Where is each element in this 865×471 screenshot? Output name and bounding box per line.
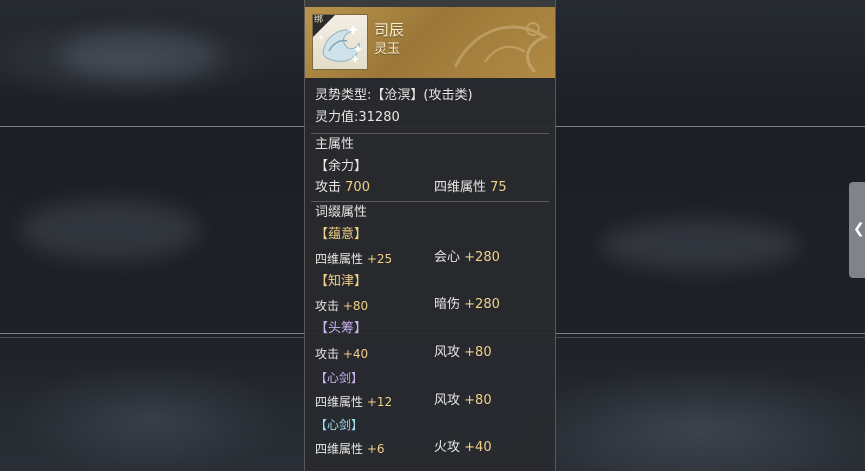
stat-label: 攻击 (315, 299, 340, 313)
chevron-left-icon: ❮ (853, 221, 865, 237)
item-header: 绑 司辰 灵玉 (305, 7, 555, 78)
affix-group-name: 【心剑】 (315, 371, 364, 385)
stat-value: 700 (345, 180, 370, 195)
spirit-type-label: 灵势类型: (315, 88, 372, 103)
affix-group-name: 【心剑】 (315, 418, 364, 432)
power-row: 灵力值:31280 (315, 109, 400, 127)
stat-value: +80 (464, 393, 492, 408)
stat-value: +80 (464, 345, 492, 360)
item-type: 灵玉 (374, 42, 401, 57)
spirit-type-value: 【沧溟】(攻击类) (371, 88, 473, 103)
stat-value: +40 (342, 347, 369, 361)
affix-stat: 风攻 +80 (434, 392, 492, 410)
stat-label: 四维属性 (434, 180, 487, 195)
affix-stat: 攻击 +40 (315, 345, 368, 363)
stat-label: 暗伤 (434, 297, 461, 312)
item-name: 司辰 (374, 21, 405, 39)
stat-label: 火攻 (434, 440, 461, 455)
item-icon[interactable]: 绑 (312, 14, 368, 70)
affix-stat: 攻击 +80 (315, 297, 368, 315)
background-blur (20, 200, 200, 260)
item-tooltip: 绑 司辰 灵玉 灵势类型:【沧溟】(攻击类) 灵力值:31280 主属性 【余力… (304, 0, 556, 471)
game-scene: ❮ 绑 司辰 灵玉 灵势类型:【沧溟】(攻击类) 灵力值:31280 主属性 【… (0, 0, 865, 471)
stat-label: 四维属性 (315, 442, 364, 456)
tooltip-topbar (305, 0, 555, 7)
affix-attributes-heading: 词缀属性 (315, 205, 368, 220)
section-divider (311, 201, 549, 202)
affix-stat: 四维属性 +25 (315, 250, 392, 268)
stat-value: +6 (366, 442, 385, 456)
stat-value: +80 (342, 299, 369, 313)
spirit-type-row: 灵势类型:【沧溟】(攻击类) (315, 87, 473, 105)
stat-label: 风攻 (434, 393, 461, 408)
stat-value: +280 (464, 250, 500, 265)
affix-stat: 四维属性 +12 (315, 393, 392, 411)
stat-label: 会心 (434, 250, 461, 265)
bound-tag-label: 绑 (314, 15, 324, 25)
main-attributes-heading: 主属性 (315, 137, 355, 152)
affix-group-name: 【蕴意】 (315, 227, 368, 242)
main-stat-row: 四维属性 75 (434, 179, 507, 197)
main-stat-row: 攻击 700 (315, 179, 370, 197)
affix-stat: 暗伤 +280 (434, 296, 500, 314)
affix-stat: 风攻 +80 (434, 344, 492, 362)
dragon-pattern-icon (453, 22, 549, 74)
affix-stat: 火攻 +40 (434, 439, 492, 457)
background-blur (600, 220, 800, 270)
side-panel-toggle[interactable]: ❮ (849, 182, 865, 278)
stat-label: 四维属性 (315, 395, 364, 409)
background-blur (60, 30, 220, 80)
stat-value: +12 (366, 395, 393, 409)
affix-stat: 会心 +280 (434, 249, 500, 267)
main-attributes-group: 【余力】 (315, 159, 368, 174)
stat-value: +280 (464, 297, 500, 312)
stat-label: 攻击 (315, 347, 340, 361)
stat-label: 攻击 (315, 180, 342, 195)
affix-group-name: 【知津】 (315, 274, 368, 289)
stat-label: 风攻 (434, 345, 461, 360)
stat-value: +40 (464, 440, 492, 455)
affix-stat: 四维属性 +6 (315, 440, 385, 458)
power-value: 31280 (358, 110, 400, 125)
stat-value: 75 (490, 180, 507, 195)
power-label: 灵力值: (315, 110, 359, 125)
section-divider (311, 133, 549, 134)
stat-label: 四维属性 (315, 252, 364, 266)
affix-group-name: 【头筹】 (315, 321, 368, 336)
stat-value: +25 (366, 252, 393, 266)
